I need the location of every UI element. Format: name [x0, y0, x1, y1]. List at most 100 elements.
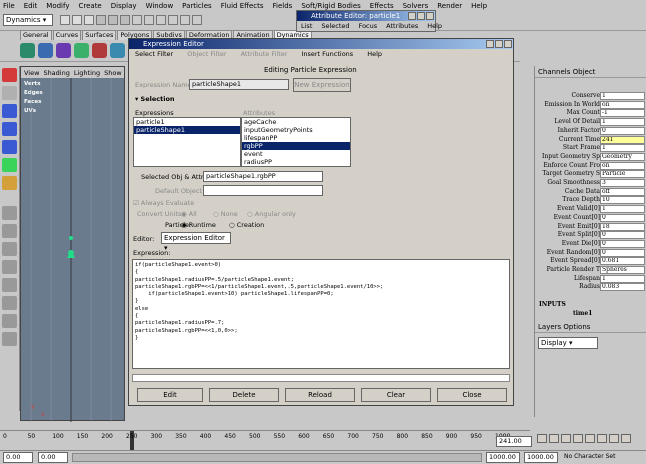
channel-row[interactable]: Event Split[0] 0: [535, 231, 646, 240]
channel-value[interactable]: -1: [600, 109, 645, 118]
expression-code-editor[interactable]: if(particleShape1.event>0) { particleSha…: [132, 259, 510, 369]
layer-display-dropdown[interactable]: Display ▾: [538, 337, 598, 349]
manipulator-tool-icon[interactable]: [2, 158, 17, 172]
save-scene-icon[interactable]: [84, 15, 94, 25]
newton-field-icon[interactable]: [110, 43, 125, 58]
expression-list-item[interactable]: particleShape1: [134, 126, 240, 134]
expr-menu-select-filter[interactable]: Select Filter: [135, 49, 173, 59]
menu-solvers[interactable]: Solvers: [403, 2, 429, 10]
snap-grid-icon[interactable]: [132, 15, 142, 25]
expr-menu-help[interactable]: Help: [367, 49, 382, 59]
menu-help[interactable]: Help: [471, 2, 487, 10]
channel-value[interactable]: 241: [600, 135, 645, 144]
viewport-menu-show[interactable]: Show: [104, 69, 122, 77]
convert-none-radio[interactable]: ○ None: [213, 210, 238, 218]
air-field-icon[interactable]: [56, 43, 71, 58]
channel-row[interactable]: Level Of Detail 1: [535, 118, 646, 127]
delete-button[interactable]: Delete: [209, 388, 279, 402]
channel-row[interactable]: Event Die[0] 0: [535, 239, 646, 248]
attr-editor-menu-help[interactable]: Help: [427, 21, 442, 31]
render-icon[interactable]: [168, 15, 178, 25]
channel-value[interactable]: 3: [600, 179, 645, 187]
channel-row[interactable]: Emission In World on: [535, 100, 646, 109]
channel-row[interactable]: Input Geometry Sp Geometry: [535, 152, 646, 161]
attribute-list-item[interactable]: lifespanPP: [242, 134, 350, 142]
channel-value[interactable]: on: [600, 100, 645, 109]
attr-paint-icon[interactable]: [2, 176, 17, 190]
select-tool-icon[interactable]: [2, 68, 17, 82]
attribute-list-item[interactable]: radiusPP: [242, 158, 350, 166]
expr-menu-attribute-filter[interactable]: Attribute Filter: [241, 49, 288, 59]
step-forward-icon[interactable]: [597, 434, 607, 443]
tab-general[interactable]: General: [20, 30, 52, 40]
maximize-icon[interactable]: [417, 12, 425, 20]
range-start-field[interactable]: 0.00: [3, 452, 33, 463]
viewport-menu-view[interactable]: View: [24, 69, 39, 77]
viewport-panel[interactable]: View Shading Lighting Show Vertx Edges Faces U…: [20, 66, 125, 422]
channel-value[interactable]: 0.083: [600, 283, 645, 292]
lasso-tool-icon[interactable]: [2, 86, 17, 100]
attribute-list-item[interactable]: event: [242, 150, 350, 158]
current-time-field[interactable]: 241.00: [496, 436, 532, 447]
menu-fluid-effects[interactable]: Fluid Effects: [221, 2, 264, 10]
close-icon[interactable]: [504, 40, 512, 48]
channel-row[interactable]: Lifespan 1: [535, 274, 646, 283]
step-back-key-icon[interactable]: [549, 434, 559, 443]
minimize-icon[interactable]: [408, 12, 416, 20]
select-component-icon[interactable]: [120, 15, 130, 25]
always-evaluate-checkbox[interactable]: ☑ Always Evaluate: [133, 199, 194, 207]
time-slider[interactable]: 0 50 100 150 200 250 300 350 400 450 500 550 600 650 7…: [0, 430, 530, 450]
channel-row[interactable]: Enforce Count Fro on: [535, 161, 646, 170]
select-hierarchy-icon[interactable]: [96, 15, 106, 25]
attr-editor-menu-selected[interactable]: Selected: [321, 21, 349, 31]
clear-button[interactable]: Clear: [361, 388, 431, 402]
channel-row[interactable]: Current Time 241: [535, 135, 646, 144]
channel-value[interactable]: Geometry: [600, 152, 645, 161]
menu-file[interactable]: File: [3, 2, 15, 10]
creation-radio[interactable]: ○ Creation: [229, 221, 264, 229]
viewport-menu-lighting[interactable]: Lighting: [74, 69, 100, 77]
menu-display[interactable]: Display: [111, 2, 137, 10]
default-object-field[interactable]: [203, 185, 323, 196]
play-backward-icon[interactable]: [573, 434, 583, 443]
close-button[interactable]: Close: [437, 388, 507, 402]
range-start-inner-field[interactable]: 0.00: [38, 452, 68, 463]
channel-row[interactable]: Particle Render T Spheres: [535, 266, 646, 274]
drag-field-icon[interactable]: [74, 43, 89, 58]
runtime-radio[interactable]: ◉ Runtime: [181, 221, 216, 229]
channel-row[interactable]: Event Emit[0] 18: [535, 222, 646, 231]
channel-row[interactable]: Event Count[0] 0: [535, 213, 646, 222]
attr-editor-menu-attributes[interactable]: Attributes: [386, 21, 418, 31]
channel-value[interactable]: 0: [600, 231, 645, 240]
channel-row[interactable]: Inherit Factor 0: [535, 126, 646, 135]
channel-row[interactable]: Radius 0.083: [535, 283, 646, 292]
editor-dropdown[interactable]: Expression Editor ▾: [161, 232, 231, 252]
selection-section-header[interactable]: ▾ Selection: [135, 95, 175, 103]
go-to-start-icon[interactable]: [537, 434, 547, 443]
channel-value[interactable]: Particle: [600, 170, 645, 179]
menu-modify[interactable]: Modify: [46, 2, 69, 10]
menu-render[interactable]: Render: [437, 2, 462, 10]
expression-name-field[interactable]: particleShape1: [189, 79, 289, 90]
channel-row[interactable]: Start Frame 1: [535, 144, 646, 153]
open-scene-icon[interactable]: [72, 15, 82, 25]
particle-tool-icon[interactable]: [20, 43, 35, 58]
channel-value[interactable]: 1: [600, 118, 645, 127]
channel-row[interactable]: Event Valid[0] 1: [535, 205, 646, 214]
channel-row[interactable]: Max Count -1: [535, 109, 646, 118]
layout-script-icon[interactable]: [2, 332, 17, 346]
render-globals-icon[interactable]: [192, 15, 202, 25]
layout-render-icon[interactable]: [2, 314, 17, 328]
channel-value[interactable]: off: [600, 187, 645, 196]
move-tool-icon[interactable]: [2, 104, 17, 118]
menu-edit[interactable]: Edit: [24, 2, 38, 10]
channel-row[interactable]: Cache Data off: [535, 187, 646, 196]
channel-value[interactable]: 0: [600, 213, 645, 222]
attr-editor-menu-list[interactable]: List: [301, 21, 312, 31]
attribute-list-item[interactable]: rgbPP: [242, 142, 350, 150]
channel-row[interactable]: Event Spread[0] 0.681: [535, 257, 646, 266]
close-icon[interactable]: [426, 12, 434, 20]
range-end-inner-field[interactable]: 1000.00: [486, 452, 520, 463]
channel-value[interactable]: 0.681: [600, 257, 645, 266]
rotate-tool-icon[interactable]: [2, 122, 17, 136]
